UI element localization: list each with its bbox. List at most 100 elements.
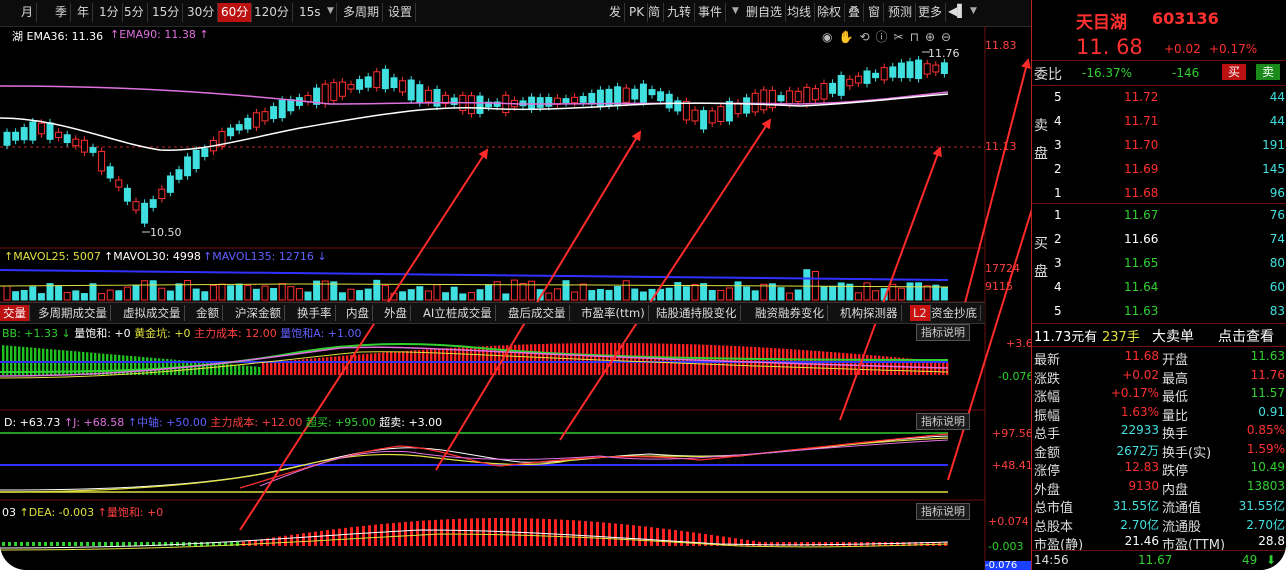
ind3-scale-bottom: -0.076 (985, 561, 1031, 570)
tab-multi-period-volume[interactable]: 多周期成交量 (35, 305, 111, 321)
indicator-bar (334, 356, 337, 375)
indicator3-help-button[interactable]: 指标说明 (916, 503, 970, 520)
order-level-row[interactable]: 3 11.65 80 (1032, 252, 1286, 275)
macd-bar (104, 542, 107, 546)
candle-body (700, 110, 708, 130)
macd-bar (74, 542, 77, 546)
info-icon[interactable]: ⓘ (876, 30, 894, 44)
stat-row: 涨跌 +0.02 最高 11.76 (1032, 366, 1286, 387)
candle-body (184, 156, 192, 177)
order-level-row[interactable]: 5 11.63 83 (1032, 300, 1286, 323)
indicator1-help-button[interactable]: 指标说明 (916, 324, 970, 341)
volume-bar (725, 287, 733, 301)
macd-bar (344, 527, 347, 546)
indicator-bar (322, 357, 325, 375)
candle-body (106, 166, 114, 179)
lock-icon[interactable]: ⊓ (910, 30, 925, 44)
candle-body (72, 138, 80, 147)
order-level-row[interactable]: 3 11.70 191 (1032, 134, 1286, 157)
order-level-row[interactable]: 2 11.69 145 (1032, 158, 1286, 181)
tab-turnover[interactable]: 换手率 (294, 305, 336, 321)
committee-ratio-row: 委比 -16.37% -146 买 卖 (1032, 62, 1286, 85)
candle-body (399, 80, 407, 93)
tab-amount[interactable]: 金额 (193, 305, 223, 321)
indicator-bar (110, 354, 113, 375)
tab-pe-ttm[interactable]: 市盈率(ttm) (578, 305, 649, 321)
tab-institution[interactable]: 机构探测器 (837, 305, 902, 321)
order-level-row[interactable]: 1 11.67 76 (1032, 204, 1286, 227)
volume-bar (450, 286, 458, 301)
volume-bar (803, 269, 811, 301)
tab-after-hours[interactable]: 盘后成交量 (505, 305, 570, 321)
stock-header: 天目湖 603136 11. 68 +0.02 +0.17% (1032, 4, 1286, 60)
volume-bar (665, 287, 673, 301)
level-volume: 80 (1269, 256, 1285, 270)
macd-bar (20, 542, 23, 546)
indicator-bar (194, 361, 197, 375)
indicator-bar (818, 351, 821, 375)
volume-bar (89, 283, 97, 301)
tab-volume[interactable]: 交量 (0, 305, 30, 321)
macd-bar (116, 542, 119, 546)
tab-virtual-volume[interactable]: 虚拟成交量 (120, 305, 185, 321)
replay-icon[interactable]: ⟲ (859, 30, 875, 44)
stat-value: 2.70亿 (1246, 517, 1285, 532)
level-price: 11.70 (1124, 138, 1159, 152)
stat-row: 总手 22933 换手 0.85% (1032, 421, 1286, 442)
candle-body (235, 124, 243, 131)
macd-bar (62, 542, 65, 546)
tab-hk-holding[interactable]: 陆股通持股变化 (653, 305, 741, 321)
zoom-out-icon[interactable]: ⊖ (941, 30, 957, 44)
indicator-bar (358, 354, 361, 375)
macd-bar (446, 519, 449, 546)
tab-hk-flow[interactable]: 沪深金额 (232, 305, 285, 321)
tab-ai-pile[interactable]: AI立桩成交量 (420, 305, 496, 321)
volume-bar (467, 292, 475, 301)
candle-body (923, 63, 931, 75)
tab-fund-bottom[interactable]: 资金抄底 (928, 305, 981, 321)
macd-bar (668, 529, 671, 546)
level-volume: 191 (1262, 138, 1285, 152)
volume-bar (717, 289, 725, 301)
candle-body (794, 90, 802, 103)
order-level-row[interactable]: 5 11.72 44 (1032, 86, 1286, 109)
candle-body (777, 95, 785, 102)
tab-margin[interactable]: 融资融券变化 (752, 305, 828, 321)
buy-button[interactable]: 买 (1222, 64, 1247, 80)
order-level-row[interactable]: 4 11.71 44 (1032, 110, 1286, 133)
order-level-row[interactable]: 2 11.66 74 (1032, 228, 1286, 251)
sell-button[interactable]: 卖 (1256, 64, 1281, 80)
order-level-row[interactable]: 4 11.64 60 (1032, 276, 1286, 299)
candle-body (476, 95, 484, 114)
indicator-bar (734, 346, 737, 375)
view-detail-link[interactable]: 点击查看 (1218, 326, 1274, 346)
macd-bar (686, 531, 689, 546)
candlestick-series (3, 56, 948, 228)
hand-icon[interactable]: ✋ (838, 30, 859, 44)
volume-bar (12, 291, 20, 301)
indicator2-help-button[interactable]: 指标说明 (916, 413, 970, 430)
volume-bar (863, 282, 871, 301)
eye-icon[interactable]: ◉ (822, 30, 838, 44)
macd-bar (824, 542, 827, 546)
macd-bar (632, 525, 635, 546)
tab-outer[interactable]: 外盘 (381, 305, 411, 321)
macd-bar (356, 526, 359, 546)
kline-chart-area[interactable]: 10.50 11.76 (0, 0, 1031, 570)
stat-row: 涨幅 +0.17% 最低 11.57 (1032, 384, 1286, 405)
order-level-row[interactable]: 1 11.68 96 (1032, 182, 1286, 205)
candle-body (588, 92, 596, 105)
tab-inner[interactable]: 内盘 (343, 305, 373, 321)
zoom-in-icon[interactable]: ⊕ (925, 30, 941, 44)
macd-bar (488, 518, 491, 546)
volume-bar (545, 292, 553, 301)
volume-bar (786, 292, 794, 301)
candle-body (631, 88, 639, 100)
volume-bar (184, 279, 192, 301)
indicator-bar (838, 352, 841, 375)
candle-body (639, 83, 647, 103)
scissors-icon[interactable]: ✂ (894, 30, 910, 44)
volume-bar (20, 289, 28, 301)
macd-bar (374, 524, 377, 546)
volume-bar (175, 283, 183, 301)
